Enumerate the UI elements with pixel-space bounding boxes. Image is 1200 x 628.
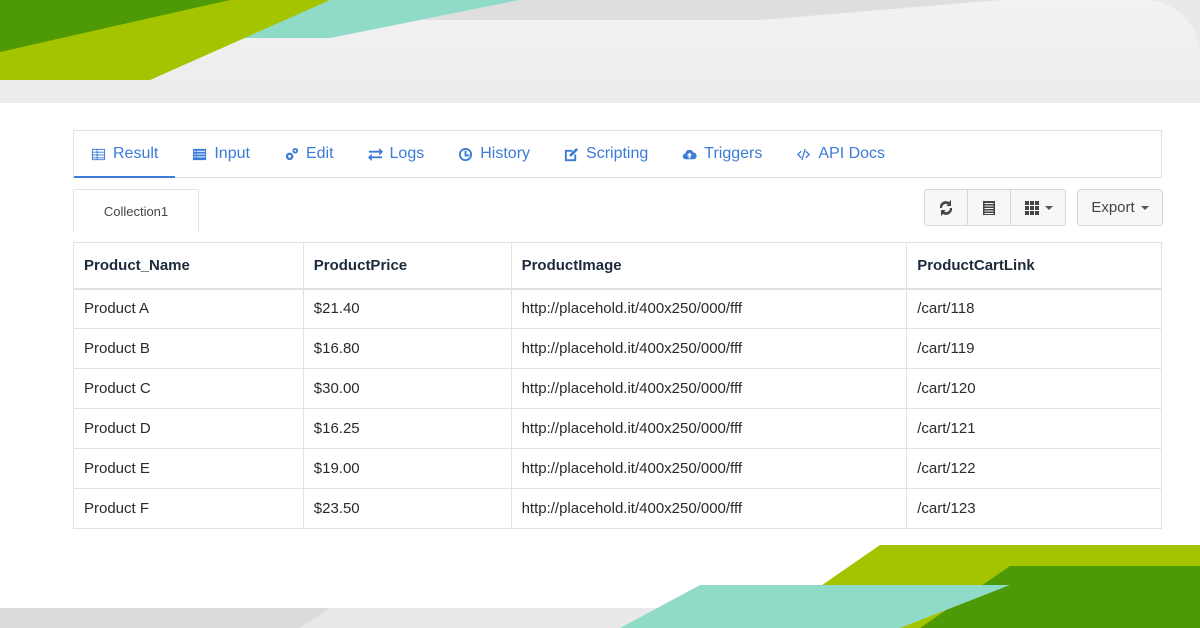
table-cell: http://placehold.it/400x250/000/fff bbox=[510, 488, 908, 529]
table-cell: $16.25 bbox=[302, 408, 512, 449]
table-row: Product D $16.25 http://placehold.it/400… bbox=[73, 408, 1162, 449]
table-row: Product E $19.00 http://placehold.it/400… bbox=[73, 448, 1162, 489]
table-toolbar: Export bbox=[924, 189, 1163, 226]
table-cell: http://placehold.it/400x250/000/fff bbox=[510, 368, 908, 409]
result-panel: Result Input Edit Logs History Scripting… bbox=[40, 103, 1170, 529]
table-cell: /cart/118 bbox=[906, 288, 1162, 329]
tab-triggers[interactable]: Triggers bbox=[665, 131, 779, 177]
tab-label: Result bbox=[113, 145, 159, 162]
table-row: Product B $16.80 http://placehold.it/400… bbox=[73, 328, 1162, 369]
table-cell: $30.00 bbox=[302, 368, 512, 409]
table-cell: /cart/119 bbox=[906, 328, 1162, 369]
tab-result[interactable]: Result bbox=[74, 131, 176, 178]
tab-api-docs[interactable]: API Docs bbox=[779, 131, 902, 177]
table-cell: Product F bbox=[73, 488, 304, 529]
exchange-icon bbox=[367, 147, 383, 161]
columns-dropdown-button[interactable] bbox=[1010, 189, 1066, 226]
table-cell: http://placehold.it/400x250/000/fff bbox=[510, 288, 908, 329]
tab-label: Input bbox=[214, 145, 250, 162]
table-cell: /cart/121 bbox=[906, 408, 1162, 449]
pencil-square-icon bbox=[564, 147, 579, 161]
column-header[interactable]: ProductImage bbox=[510, 242, 908, 290]
list-view-button[interactable] bbox=[967, 189, 1010, 226]
tab-edit[interactable]: Edit bbox=[267, 131, 351, 177]
tab-input[interactable]: Input bbox=[175, 131, 267, 177]
table-cell: Product C bbox=[73, 368, 304, 409]
table-cell: http://placehold.it/400x250/000/fff bbox=[510, 408, 908, 449]
table-cell: Product A bbox=[73, 288, 304, 329]
table-cell: Product D bbox=[73, 408, 304, 449]
table-cell: /cart/122 bbox=[906, 448, 1162, 489]
column-header[interactable]: ProductCartLink bbox=[906, 242, 1162, 290]
tab-label: Triggers bbox=[704, 145, 763, 162]
table-icon bbox=[91, 148, 106, 160]
table-cell: http://placehold.it/400x250/000/fff bbox=[510, 448, 908, 489]
tab-label: History bbox=[480, 145, 531, 162]
export-button[interactable]: Export bbox=[1077, 189, 1163, 226]
tab-scripting[interactable]: Scripting bbox=[547, 131, 665, 177]
column-header[interactable]: ProductPrice bbox=[302, 242, 512, 290]
table-header-row: Product_Name ProductPrice ProductImage P… bbox=[73, 242, 1162, 290]
refresh-icon bbox=[939, 199, 953, 216]
table-cell: Product B bbox=[73, 328, 304, 369]
view-button-group bbox=[924, 189, 1066, 226]
table-cell: http://placehold.it/400x250/000/fff bbox=[510, 328, 908, 369]
column-header[interactable]: Product_Name bbox=[73, 242, 304, 290]
grid-icon bbox=[1024, 200, 1039, 215]
nav-tabs: Result Input Edit Logs History Scripting… bbox=[73, 130, 1162, 178]
cloud-upload-icon bbox=[683, 149, 697, 159]
list-icon bbox=[193, 148, 207, 160]
gears-icon bbox=[285, 147, 299, 160]
table-cell: /cart/123 bbox=[906, 488, 1162, 529]
code-icon bbox=[797, 148, 811, 160]
collection-tab[interactable]: Collection1 bbox=[73, 189, 199, 233]
table-cell: /cart/120 bbox=[906, 368, 1162, 409]
list-view-icon bbox=[983, 200, 995, 215]
table-cell: Product E bbox=[73, 448, 304, 489]
chevron-down-icon bbox=[1044, 205, 1053, 210]
table-row: Product F $23.50 http://placehold.it/400… bbox=[73, 488, 1162, 529]
clock-icon bbox=[459, 147, 473, 161]
tab-label: API Docs bbox=[818, 145, 886, 162]
table-cell: $19.00 bbox=[302, 448, 512, 489]
table-cell: $21.40 bbox=[302, 288, 512, 329]
results-table: Product_Name ProductPrice ProductImage P… bbox=[73, 242, 1162, 529]
export-label: Export bbox=[1091, 199, 1135, 216]
chevron-down-icon bbox=[1140, 205, 1149, 210]
tab-history[interactable]: History bbox=[441, 131, 547, 177]
tab-label: Scripting bbox=[586, 145, 649, 162]
tab-label: Edit bbox=[305, 145, 334, 162]
table-row: Product A $21.40 http://placehold.it/400… bbox=[73, 288, 1162, 329]
table-cell: $23.50 bbox=[302, 488, 512, 529]
refresh-button[interactable] bbox=[924, 189, 967, 226]
table-cell: $16.80 bbox=[302, 328, 512, 369]
tab-logs[interactable]: Logs bbox=[351, 131, 442, 177]
table-row: Product C $30.00 http://placehold.it/400… bbox=[73, 368, 1162, 409]
tab-label: Logs bbox=[389, 145, 425, 162]
